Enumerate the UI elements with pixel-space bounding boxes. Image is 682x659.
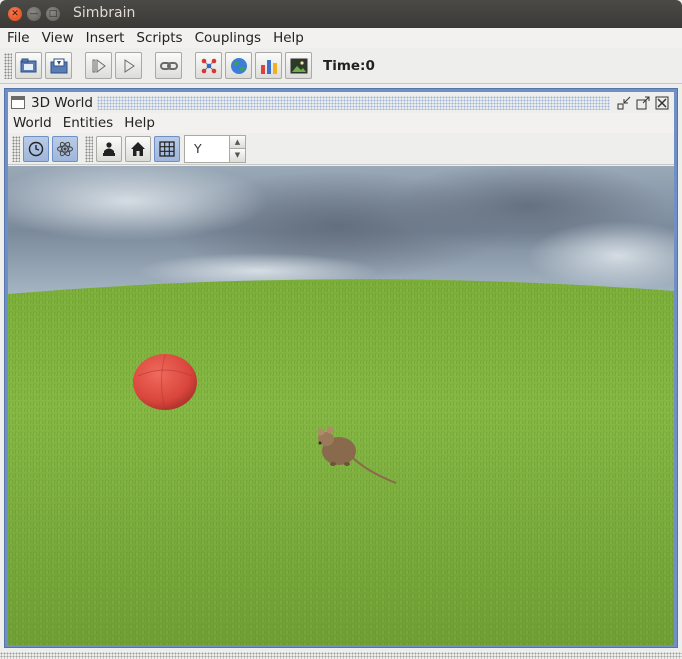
axis-spinner[interactable]: Y Axis ▲ ▼ [184, 134, 246, 182]
close-icon [655, 96, 669, 109]
clock-toggle-button[interactable] [23, 135, 49, 162]
window-close-button[interactable]: ✕ [8, 7, 22, 21]
new-image-button[interactable] [285, 52, 312, 79]
frame-minimize-button[interactable] [616, 95, 632, 111]
chevron-up-icon: ▲ [234, 137, 241, 146]
play-icon [124, 58, 135, 73]
bottom-grip-strip [0, 652, 682, 659]
maximize-icon: □ [48, 8, 58, 19]
spinner-down-button[interactable]: ▼ [230, 148, 245, 162]
app-menubar: File View Insert Scripts Couplings Help [0, 28, 682, 48]
network-icon [201, 58, 216, 73]
frame-window-icon [11, 96, 25, 109]
spinner-up-button[interactable]: ▲ [230, 135, 245, 148]
maximize-icon [636, 96, 650, 109]
menu-view[interactable]: View [37, 30, 79, 46]
frame-title: 3D World [31, 94, 97, 111]
world-internal-frame: 3D World World Entities Help Y ▲ ▼ [4, 88, 678, 648]
frame-close-button[interactable] [654, 95, 670, 111]
clock-icon [28, 141, 44, 156]
menu-file[interactable]: File [2, 30, 35, 46]
play-button[interactable] [115, 52, 142, 79]
link-icon [159, 61, 178, 70]
menu-insert[interactable]: Insert [81, 30, 130, 46]
save-icon [50, 58, 67, 73]
grid-icon [159, 140, 175, 157]
bar-chart-icon [260, 59, 277, 74]
menu-frame-help[interactable]: Help [120, 115, 159, 131]
red-ball-entity[interactable] [133, 354, 197, 410]
agent-view-button[interactable] [96, 135, 122, 162]
frame-titlebar[interactable]: 3D World [8, 92, 674, 113]
menu-world[interactable]: World [9, 115, 56, 131]
menu-couplings[interactable]: Couplings [190, 30, 266, 46]
agent-icon [103, 141, 115, 156]
folder-open-icon [20, 58, 36, 72]
step-icon [92, 58, 106, 73]
minimize-icon [617, 96, 631, 109]
frame-toolbar-grip[interactable] [12, 135, 20, 162]
new-world-button[interactable] [225, 52, 252, 79]
new-network-button[interactable] [195, 52, 222, 79]
window-titlebar: ✕ — □ Simbrain [0, 0, 682, 28]
atom-icon [57, 141, 73, 156]
globe-icon [230, 57, 247, 74]
window-maximize-button[interactable]: □ [46, 7, 60, 21]
iterate-button[interactable] [85, 52, 112, 79]
home-icon [131, 141, 145, 156]
frame-toolbar-grip-2[interactable] [85, 135, 93, 162]
app-toolbar: Time:0 [0, 48, 682, 84]
open-workspace-button[interactable] [15, 52, 42, 79]
new-plot-button[interactable] [255, 52, 282, 79]
frame-title-grip [96, 95, 610, 110]
world-3d-viewport[interactable] [8, 166, 674, 645]
grid-toggle-button[interactable] [154, 135, 180, 162]
frame-maximize-button[interactable] [635, 95, 651, 111]
frame-menubar: World Entities Help [8, 113, 674, 133]
time-label: Time:0 [323, 57, 375, 74]
minimize-icon: — [29, 8, 39, 19]
chevron-down-icon: ▼ [234, 151, 241, 160]
window-title: Simbrain [73, 5, 136, 21]
menu-help[interactable]: Help [268, 30, 309, 46]
axis-spinner-value[interactable]: Y Axis [185, 136, 229, 182]
menu-scripts[interactable]: Scripts [131, 30, 187, 46]
toolbar-grip[interactable] [4, 52, 12, 79]
save-workspace-button[interactable] [45, 52, 72, 79]
frame-toolbar: Y Axis ▲ ▼ [8, 133, 674, 182]
image-icon [290, 58, 307, 73]
home-view-button[interactable] [125, 135, 151, 162]
close-icon: ✕ [11, 8, 19, 19]
link-button[interactable] [155, 52, 182, 79]
atom-toggle-button[interactable] [52, 135, 78, 162]
menu-entities[interactable]: Entities [59, 115, 118, 131]
window-minimize-button[interactable]: — [27, 7, 41, 21]
